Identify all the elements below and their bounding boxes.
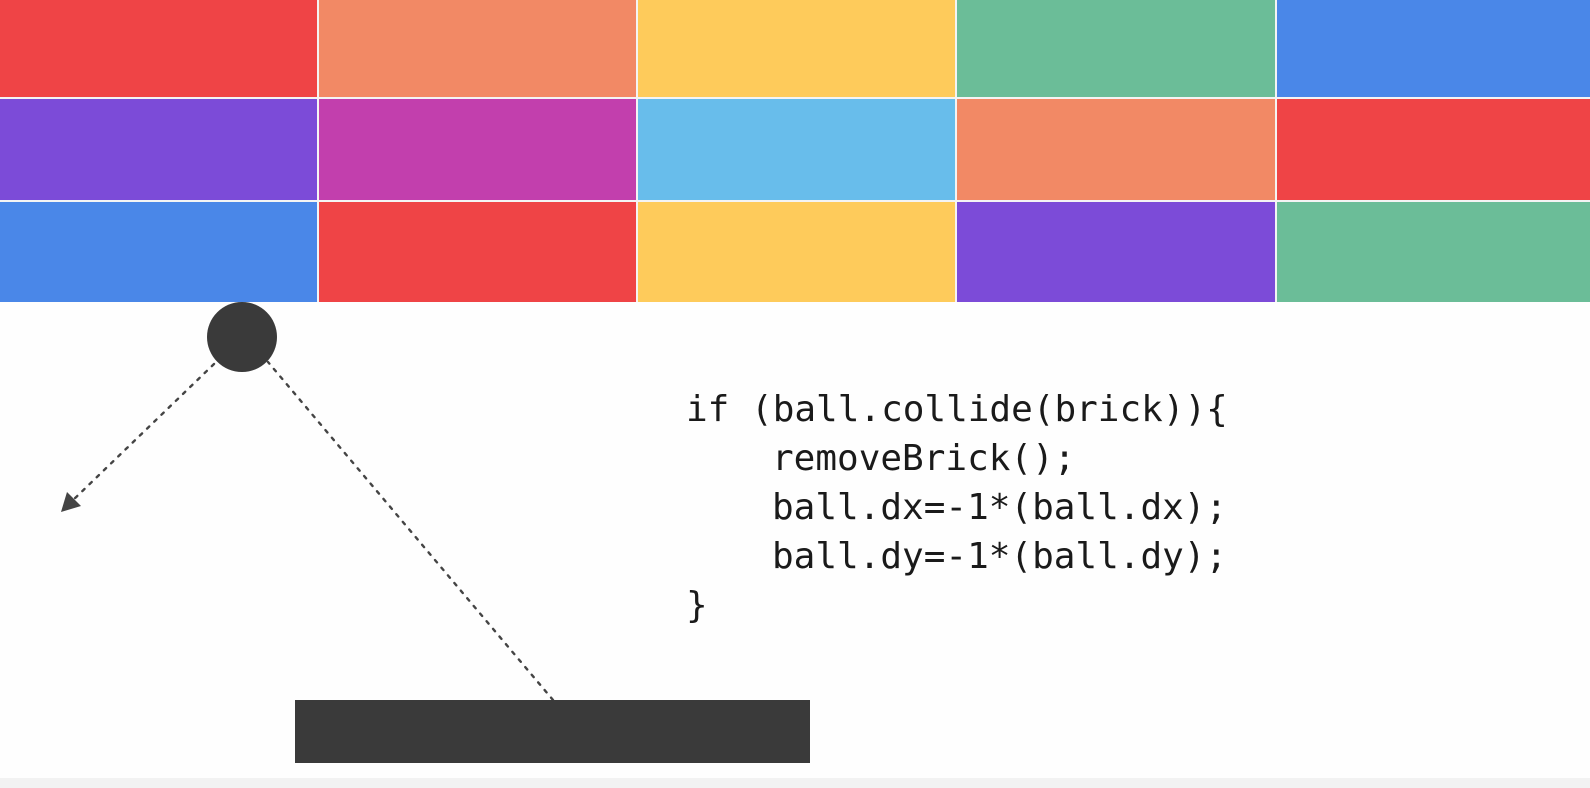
brick-r3-c3	[638, 202, 955, 302]
bounce-path	[68, 362, 216, 505]
brick-r1-c4	[957, 0, 1275, 97]
collision-code: if (ball.collide(brick)){ removeBrick(); b…	[686, 385, 1228, 630]
brick-r1-c2	[319, 0, 636, 97]
ball	[207, 302, 277, 372]
brick-r3-c5	[1277, 202, 1590, 302]
brick-r2-c2	[319, 99, 636, 200]
brick-r2-c5	[1277, 99, 1590, 200]
code-line-reverse-dx: ball.dx=-1*(ball.dx);	[772, 487, 1228, 528]
brick-r3-c4	[957, 202, 1275, 302]
brick-r3-c1	[0, 202, 317, 302]
brick-r2-c1	[0, 99, 317, 200]
bottom-edge	[0, 778, 1590, 788]
brick-r2-c3	[638, 99, 955, 200]
brick-r1-c1	[0, 0, 317, 97]
code-line-remove-brick: removeBrick();	[772, 438, 1076, 479]
brick-r2-c4	[957, 99, 1275, 200]
code-line-if: if (ball.collide(brick)){	[686, 389, 1228, 430]
code-line-close-brace: }	[686, 585, 708, 626]
paddle	[295, 700, 810, 763]
brick-r1-c3	[638, 0, 955, 97]
brick-r1-c5	[1277, 0, 1590, 97]
game-canvas: if (ball.collide(brick)){ removeBrick(); b…	[0, 0, 1590, 788]
brick-wall	[0, 0, 1590, 302]
bounce-arrowhead	[61, 492, 81, 512]
brick-r3-c2	[319, 202, 636, 302]
incoming-path	[266, 360, 555, 702]
code-line-reverse-dy: ball.dy=-1*(ball.dy);	[772, 536, 1228, 577]
